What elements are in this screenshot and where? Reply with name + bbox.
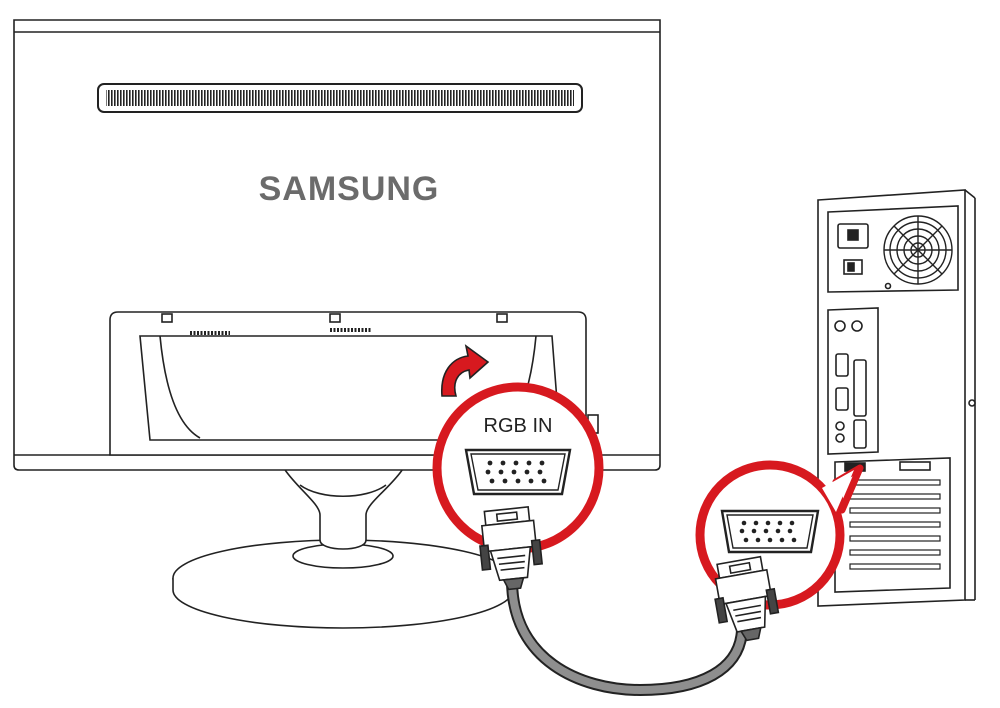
power-supply — [827, 205, 959, 293]
vga-port-icon — [464, 448, 572, 496]
monitor-base — [172, 539, 514, 629]
vga-port-icon — [720, 509, 820, 554]
diagram-stage: SAMSUNG RGB IN — [0, 0, 1000, 708]
connection-diagram: SAMSUNG RGB IN — [13, 19, 976, 697]
io-panel — [827, 307, 879, 455]
monitor-brand-logo: SAMSUNG — [259, 170, 440, 208]
monitor-vent — [97, 83, 583, 113]
port-label-rgb-in: RGB IN — [484, 415, 553, 437]
power-switch-icon — [843, 259, 863, 275]
fan-grille-icon — [883, 215, 953, 285]
